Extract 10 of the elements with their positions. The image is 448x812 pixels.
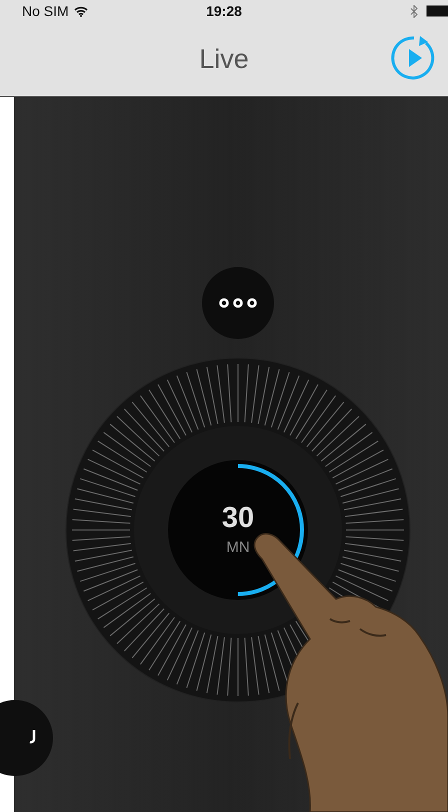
page-title: Live: [199, 44, 249, 74]
wifi-icon: [74, 6, 88, 16]
status-time: 19:28: [206, 3, 242, 19]
hook-icon: [29, 730, 37, 746]
battery-icon: [426, 5, 448, 17]
carrier-name: No SIM: [22, 3, 69, 19]
timer-value: 30: [222, 504, 254, 533]
bluetooth-icon: [410, 4, 418, 18]
timer-unit: MN: [226, 539, 250, 556]
more-icon: [219, 298, 257, 308]
